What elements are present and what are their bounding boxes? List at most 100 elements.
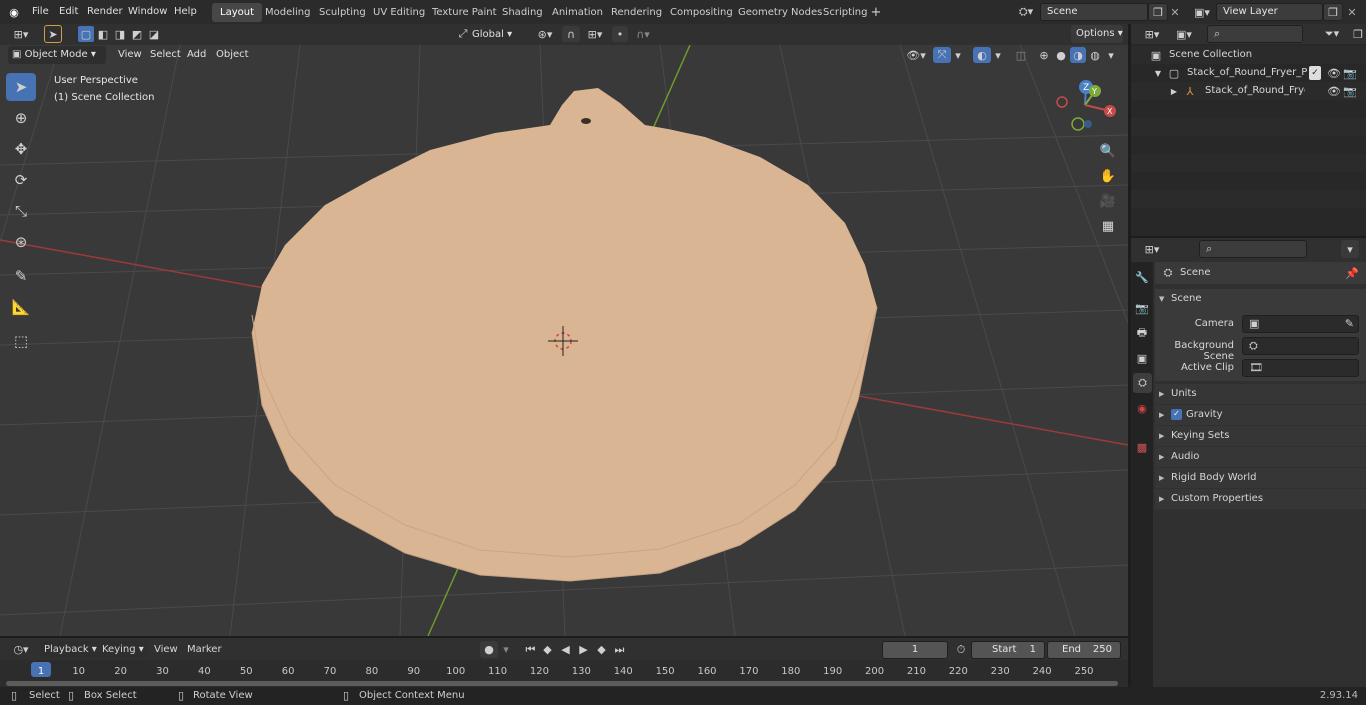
zoom-icon[interactable]: 🔍: [1097, 140, 1119, 162]
annotate-tool-icon[interactable]: ✎: [6, 262, 36, 290]
overlay-toggle-icon[interactable]: ◐: [973, 47, 991, 63]
render-camera-icon[interactable]: 📷: [1343, 65, 1357, 81]
eyedropper-icon[interactable]: ✎: [1345, 316, 1354, 332]
measure-tool-icon[interactable]: 📐: [6, 293, 36, 321]
mode-dropdown[interactable]: ▣ Object Mode ▾: [8, 46, 106, 64]
start-frame-field[interactable]: Start 1: [971, 641, 1045, 659]
camera-view-icon[interactable]: 🎥: [1097, 190, 1119, 212]
preview-range-icon[interactable]: ⏱: [953, 641, 969, 658]
material-preview-icon[interactable]: ◑: [1070, 47, 1086, 63]
select-tool-icon[interactable]: ➤: [44, 25, 62, 43]
record-dropdown-icon[interactable]: ▾: [499, 641, 513, 658]
transform-tool-icon[interactable]: ⊛: [6, 228, 36, 256]
panel-gravity[interactable]: ▶ ✓ Gravity: [1155, 405, 1366, 425]
output-tab-icon[interactable]: 🖶: [1134, 324, 1150, 342]
timeline-editor-type-icon[interactable]: ◷▾: [8, 641, 34, 657]
gizmo-dropdown-icon[interactable]: ▾: [952, 47, 964, 63]
outliner-row-collection[interactable]: ▼ ▢ Stack_of_Round_Fryer_Parchi ✓ 👁 📷: [1131, 64, 1366, 82]
scale-tool-icon[interactable]: ⤡: [6, 197, 36, 225]
expand-object-icon[interactable]: ▶: [1169, 83, 1179, 99]
playback-menu[interactable]: Playback ▾: [40, 641, 101, 658]
snap-target-icon[interactable]: ⊞▾: [582, 26, 608, 42]
scene-tab-icon[interactable]: ⛭: [1133, 373, 1152, 393]
active-clip-field[interactable]: 🎞: [1242, 359, 1359, 377]
solid-shading-icon[interactable]: ●: [1053, 47, 1069, 63]
shading-dropdown-icon[interactable]: ▾: [1105, 47, 1117, 63]
viewport-menu-view[interactable]: View: [112, 46, 148, 64]
pivot-point-icon[interactable]: ⊛▾: [532, 26, 558, 42]
rendered-shading-icon[interactable]: ◍: [1087, 47, 1103, 63]
tab-modeling[interactable]: Modeling: [257, 3, 319, 22]
panel-custom-properties[interactable]: ▶ Custom Properties: [1155, 489, 1366, 509]
render-camera-icon[interactable]: 📷: [1343, 83, 1357, 99]
filter-icon[interactable]: ⏷▾: [1319, 26, 1345, 42]
properties-search-input[interactable]: ⌕: [1199, 240, 1307, 258]
tab-scripting[interactable]: Scripting: [815, 3, 875, 22]
tool-tab-icon[interactable]: 🔧: [1134, 268, 1150, 286]
tab-rendering[interactable]: Rendering: [603, 3, 670, 22]
mode-new-icon[interactable]: ▢: [78, 26, 94, 42]
move-tool-icon[interactable]: ✥: [6, 135, 36, 163]
options-dropdown[interactable]: Options ▾: [1071, 25, 1123, 43]
rotate-tool-icon[interactable]: ⟳: [6, 166, 36, 194]
remove-scene-icon[interactable]: ✕: [1168, 4, 1182, 20]
current-frame-field[interactable]: 1: [882, 641, 948, 659]
transform-orientation-dropdown[interactable]: Global ▾: [472, 26, 524, 43]
new-collection-icon[interactable]: ❐: [1351, 26, 1365, 42]
menu-edit[interactable]: Edit: [53, 3, 84, 21]
xray-toggle-icon[interactable]: ◫: [1013, 47, 1029, 63]
world-tab-icon[interactable]: ◉: [1134, 399, 1150, 417]
jump-end-icon[interactable]: ⏭: [611, 641, 628, 658]
proportional-edit-icon[interactable]: •: [612, 26, 628, 42]
outliner-editor-type-icon[interactable]: ⊞▾: [1139, 26, 1165, 42]
scene-selector-icon[interactable]: ⛭▾: [1014, 4, 1038, 20]
perspective-toggle-icon[interactable]: ▦: [1097, 215, 1119, 237]
3d-viewport[interactable]: User Perspective (1) Scene Collection ➤ …: [0, 45, 1128, 636]
panel-rigid-body[interactable]: ▶ Rigid Body World: [1155, 468, 1366, 488]
select-box-tool-icon[interactable]: ➤: [6, 73, 36, 101]
jump-start-icon[interactable]: ⏮: [522, 641, 539, 658]
scene-field[interactable]: Scene: [1040, 3, 1148, 21]
viewport-menu-add[interactable]: Add: [181, 46, 212, 64]
timeline-marker-menu[interactable]: Marker: [183, 641, 226, 658]
proportional-falloff-icon[interactable]: ∩▾: [630, 26, 656, 42]
menu-help[interactable]: Help: [168, 3, 203, 21]
timeline-scrollbar[interactable]: [6, 681, 1118, 686]
tab-uv-editing[interactable]: UV Editing: [365, 3, 433, 22]
tab-layout[interactable]: Layout: [212, 3, 262, 22]
tab-animation[interactable]: Animation: [544, 3, 611, 22]
view-layer-tab-icon[interactable]: ▣: [1134, 349, 1150, 367]
play-icon[interactable]: ▶: [575, 641, 592, 658]
hide-eye-icon[interactable]: 👁: [1327, 83, 1341, 99]
tab-texture-paint[interactable]: Texture Paint: [424, 3, 505, 22]
tab-compositing[interactable]: Compositing: [662, 3, 741, 22]
cursor-tool-icon[interactable]: ⊕: [6, 104, 36, 132]
menu-window[interactable]: Window: [122, 3, 173, 21]
navigation-gizmo[interactable]: Z Y X: [1050, 75, 1120, 135]
panel-units[interactable]: ▶ Units: [1155, 384, 1366, 404]
record-icon[interactable]: ●: [480, 641, 498, 658]
panel-keying-sets[interactable]: ▶ Keying Sets: [1155, 426, 1366, 446]
outliner-row-object[interactable]: ▶ ⅄ Stack_of_Round_Fryer_P 👁 📷: [1131, 82, 1366, 100]
mode-intersect-icon[interactable]: ◪: [146, 26, 162, 42]
display-mode-icon[interactable]: ▣▾: [1171, 26, 1197, 42]
camera-field[interactable]: ▣ ✎: [1242, 315, 1359, 333]
tab-shading[interactable]: Shading: [494, 3, 551, 22]
menu-file[interactable]: File: [26, 3, 55, 21]
snap-icon[interactable]: ∩: [562, 26, 580, 42]
panel-audio[interactable]: ▶ Audio: [1155, 447, 1366, 467]
prev-keyframe-icon[interactable]: ◆: [539, 641, 556, 658]
pan-hand-icon[interactable]: ✋: [1097, 165, 1119, 187]
new-scene-icon[interactable]: ❐: [1148, 3, 1168, 21]
play-reverse-icon[interactable]: ◀: [557, 641, 574, 658]
render-tab-icon[interactable]: 📷: [1134, 299, 1150, 317]
overlay-dropdown-icon[interactable]: ▾: [992, 47, 1004, 63]
gravity-checkbox-icon[interactable]: ✓: [1171, 408, 1182, 420]
add-workspace-icon[interactable]: +: [869, 5, 883, 20]
exclude-checkbox-icon[interactable]: ✓: [1309, 66, 1321, 80]
view-layer-selector-icon[interactable]: ▣▾: [1190, 4, 1214, 20]
mode-extend-icon[interactable]: ◧: [95, 26, 111, 42]
keying-menu[interactable]: Keying ▾: [98, 641, 148, 658]
properties-options-icon[interactable]: ▾: [1341, 240, 1359, 258]
expand-collection-icon[interactable]: ▼: [1153, 65, 1163, 81]
